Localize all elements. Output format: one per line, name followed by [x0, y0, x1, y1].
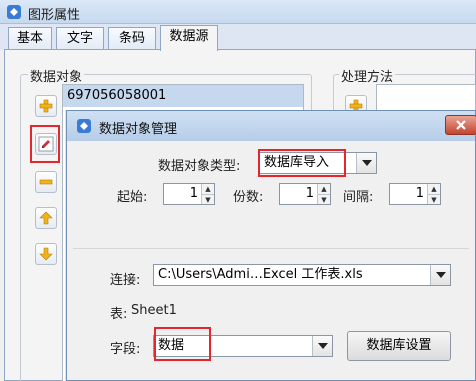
- chevron-down-icon[interactable]: [430, 265, 450, 285]
- close-button[interactable]: [445, 115, 476, 135]
- divider: [73, 248, 469, 249]
- arrow-up-icon: [39, 211, 53, 225]
- processing-label: 处理方法: [339, 66, 396, 85]
- window-title: 图形属性: [28, 8, 81, 23]
- add-button[interactable]: [35, 95, 57, 117]
- move-down-button[interactable]: [35, 243, 57, 265]
- start-value: 1: [189, 186, 198, 201]
- start-label: 起始:: [117, 190, 148, 205]
- minus-icon: [39, 179, 53, 185]
- data-objects-label: 数据对象: [28, 66, 85, 85]
- tab-strip: 基本 文字 条码 数据源: [0, 24, 476, 51]
- spinner-arrows[interactable]: ▲ ▼: [201, 184, 214, 204]
- spinner-arrows[interactable]: ▲ ▼: [317, 184, 330, 204]
- dialog-title: 数据对象管理: [99, 122, 178, 137]
- window-titlebar: 图形属性: [0, 0, 476, 24]
- dialog-body: 数据对象类型: 数据库导入 起始: 1 ▲▼ 份数: 1 ▲▼ 间隔: 1: [67, 141, 475, 381]
- db-settings-button[interactable]: 数据库设置: [347, 331, 451, 361]
- interval-label: 间隔:: [343, 190, 374, 205]
- remove-button[interactable]: [35, 171, 57, 193]
- dialog-titlebar: 数据对象管理: [67, 111, 476, 141]
- type-label: 数据对象类型:: [158, 159, 241, 174]
- arrow-down-icon: [39, 247, 53, 261]
- chevron-down-icon[interactable]: [356, 153, 376, 173]
- plus-icon: [39, 99, 53, 113]
- properties-window: 图形属性 基本 文字 条码 数据源 数据对象 697056058001 处理方法…: [0, 0, 476, 381]
- copies-spinner[interactable]: 1 ▲ ▼: [279, 183, 331, 205]
- tab-datasource[interactable]: 数据源: [160, 25, 218, 51]
- interval-value: 1: [415, 186, 424, 201]
- connection-label: 连接:: [110, 273, 141, 288]
- tab-basic[interactable]: 基本: [8, 27, 52, 50]
- tab-text[interactable]: 文字: [56, 27, 104, 50]
- data-object-manager-dialog: 数据对象管理 数据对象类型: 数据库导入 起始: 1 ▲ ▼ 份数: 1 ▲ ▼…: [66, 110, 476, 381]
- connection-value: C:\Users\Admi…Excel 工作表.xls: [158, 267, 363, 282]
- connection-select[interactable]: C:\Users\Admi…Excel 工作表.xls: [153, 264, 451, 286]
- table-label: 表:: [110, 307, 128, 322]
- copies-value: 1: [305, 186, 314, 201]
- type-select-highlight: [258, 149, 346, 177]
- list-item[interactable]: 697056058001: [63, 85, 303, 107]
- edit-button-highlight: [30, 125, 60, 163]
- field-label: 字段:: [110, 342, 141, 357]
- spinner-arrows[interactable]: ▲ ▼: [427, 184, 440, 204]
- move-up-button[interactable]: [35, 207, 57, 229]
- table-value: Sheet1: [131, 303, 177, 318]
- chevron-down-icon[interactable]: [312, 336, 332, 356]
- copies-label: 份数:: [233, 190, 264, 205]
- app-logo-icon: [7, 5, 21, 19]
- field-select-highlight: [154, 327, 211, 361]
- app-logo-icon: [77, 119, 91, 133]
- interval-spinner[interactable]: 1 ▲ ▼: [389, 183, 441, 205]
- start-spinner[interactable]: 1 ▲ ▼: [163, 183, 215, 205]
- tab-barcode[interactable]: 条码: [108, 27, 156, 50]
- close-icon: [456, 120, 466, 130]
